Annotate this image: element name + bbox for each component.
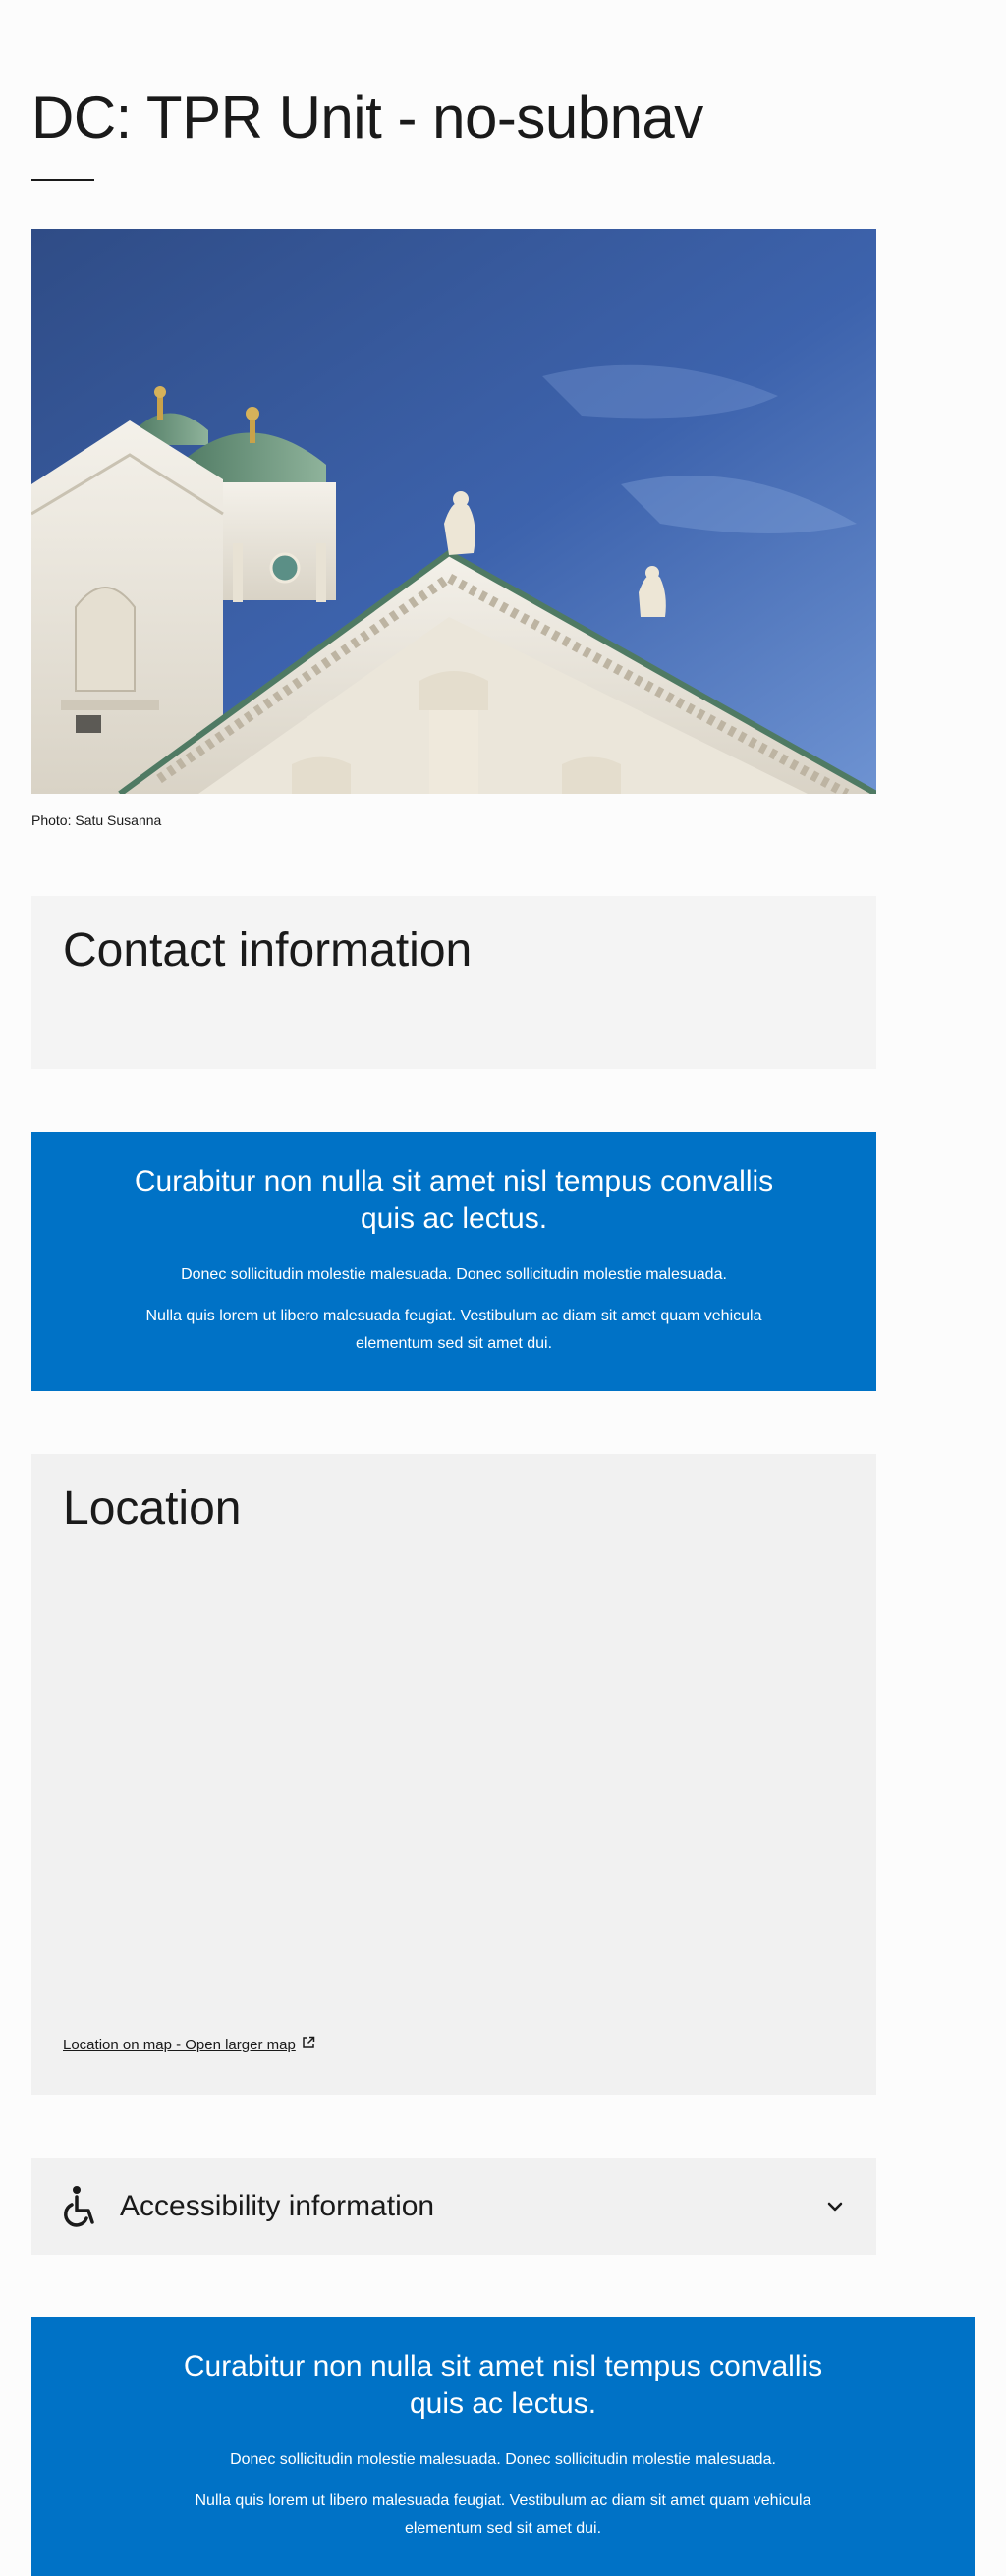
page: DC: TPR Unit - no-subnav Photo: Satu Sus… [0,0,1006,2576]
title-divider [31,179,94,181]
promo-banner-top: Curabitur non nulla sit amet nisl tempus… [31,1132,876,1391]
photo-caption: Photo: Satu Susanna [31,812,162,828]
banner-text: Donec sollicitudin molestie malesuada. D… [181,1266,727,1283]
wheelchair-icon [61,2183,100,2230]
banner-text: Nulla quis lorem ut libero malesuada feu… [195,2492,811,2537]
chevron-down-icon [823,2195,847,2218]
map-link-label: Location on map - Open larger map [63,2037,296,2053]
external-link-icon [302,2036,315,2055]
open-larger-map-link[interactable]: Location on map - Open larger map [63,2036,315,2055]
banner-title: Curabitur non nulla sit amet nisl tempus… [183,2350,823,2420]
accessibility-title: Accessibility information [120,2190,435,2222]
banner-text: Donec sollicitudin molestie malesuada. D… [230,2451,776,2468]
banner-text: Nulla quis lorem ut libero malesuada feu… [145,1308,762,1352]
location-heading: Location [63,1483,242,1535]
promo-banner-bottom: Curabitur non nulla sit amet nisl tempus… [31,2317,975,2576]
accessibility-accordion-toggle[interactable]: Accessibility information [31,2158,876,2255]
contact-heading: Contact information [63,924,473,977]
page-title: DC: TPR Unit - no-subnav [31,84,703,150]
hero-image [31,229,876,794]
banner-title: Curabitur non nulla sit amet nisl tempus… [134,1165,774,1235]
contact-information-card: Contact information [31,896,876,1069]
location-card: Location Location on map - Open larger m… [31,1454,876,2095]
